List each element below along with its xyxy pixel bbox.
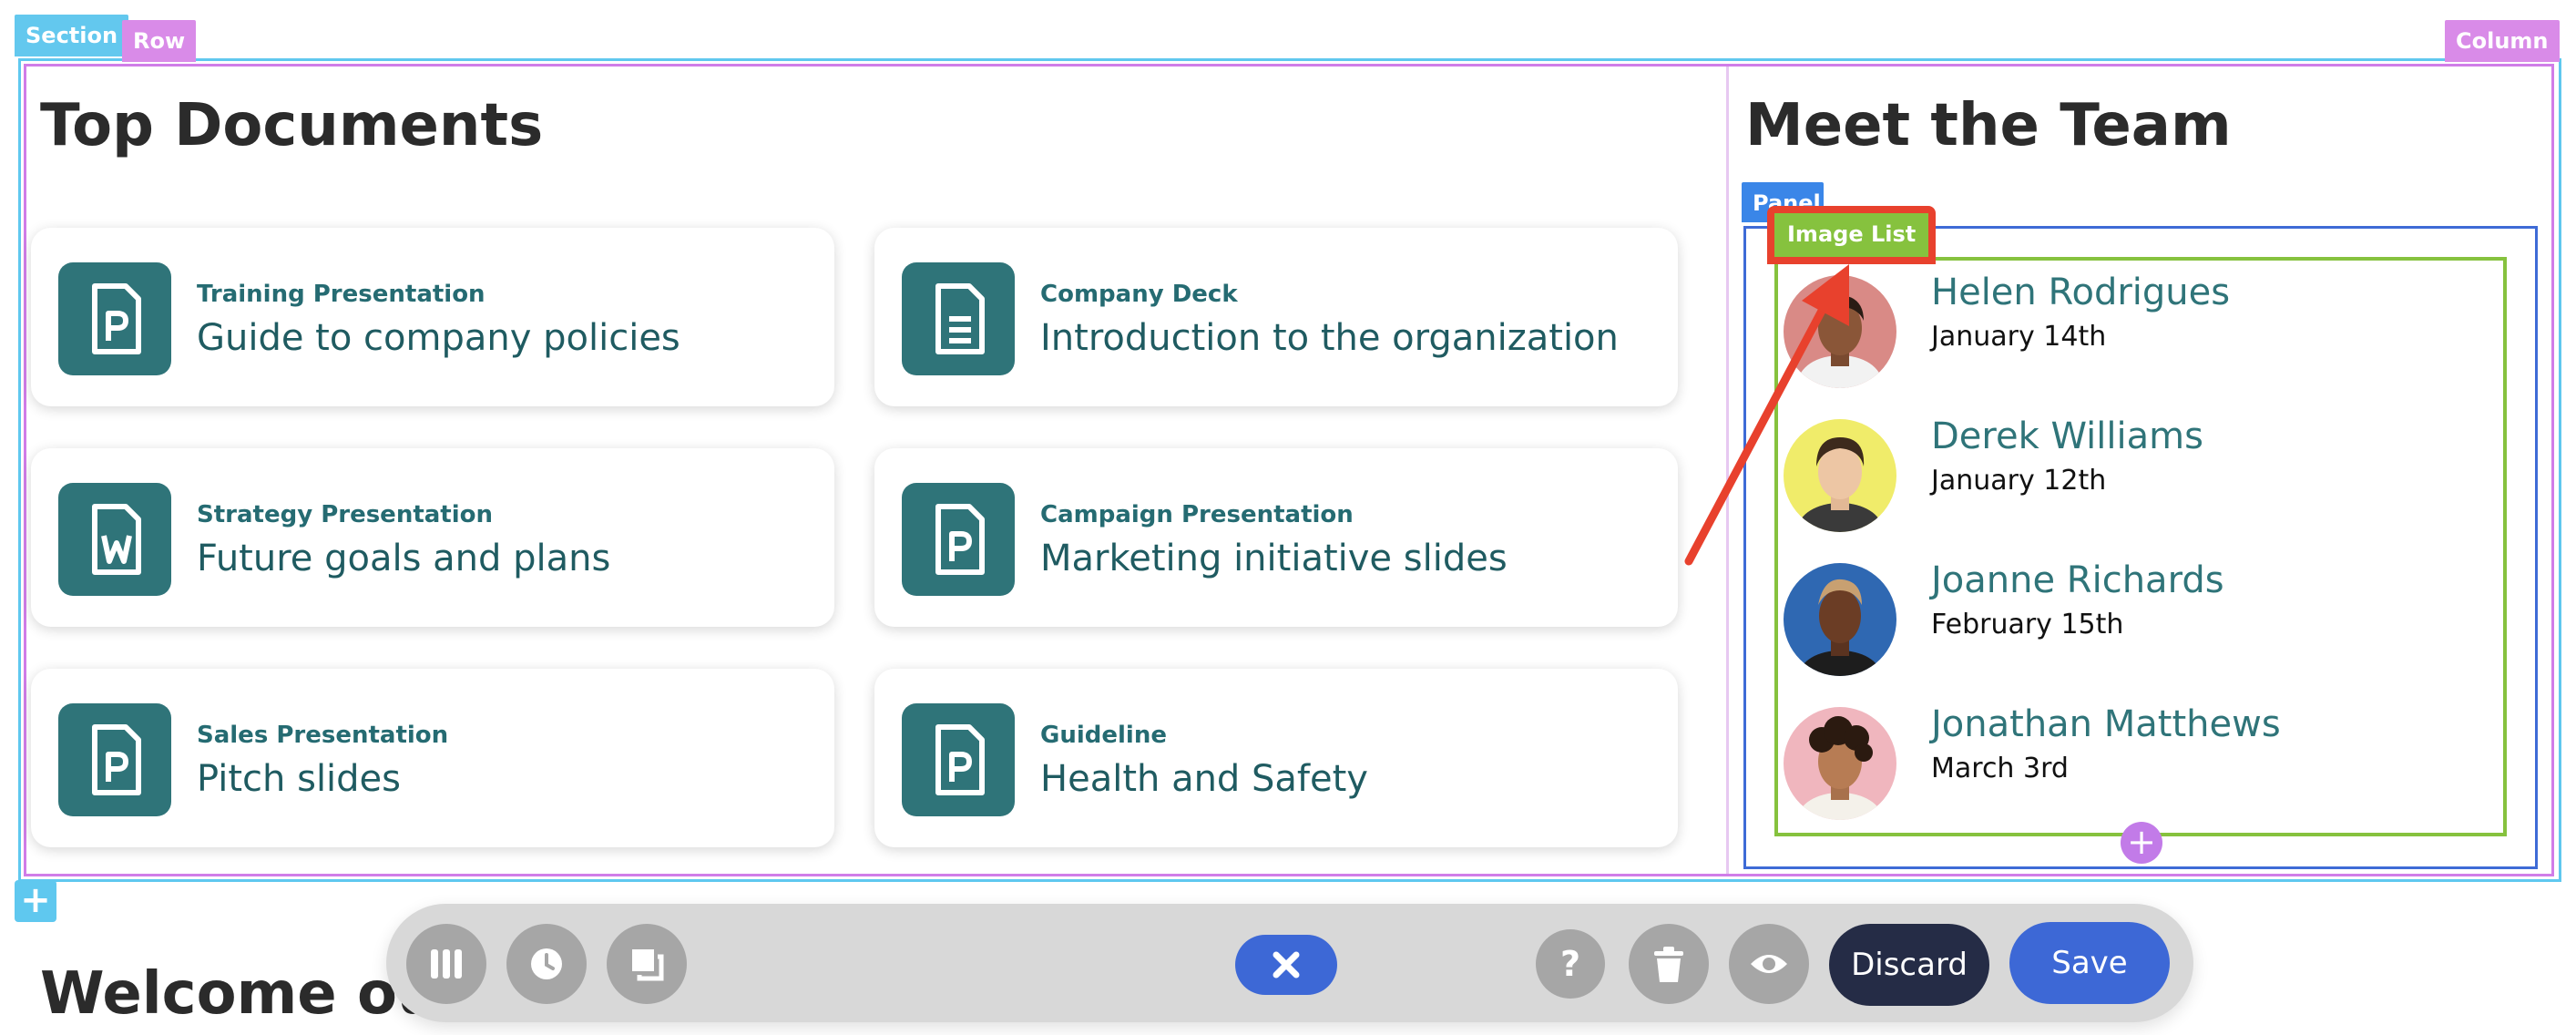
- doc-category: Campaign Presentation: [1040, 501, 1354, 528]
- close-button[interactable]: [1235, 935, 1337, 995]
- trash-icon: [1654, 947, 1683, 982]
- word-file-icon: [58, 483, 171, 596]
- team-member-date: February 15th: [1931, 609, 2124, 640]
- discard-button[interactable]: Discard: [1829, 924, 1989, 1006]
- doc-card[interactable]: Campaign Presentation Marketing initiati…: [874, 448, 1678, 627]
- column-tag[interactable]: Column: [2445, 20, 2560, 62]
- doc-category: Training Presentation: [197, 281, 486, 308]
- doc-title[interactable]: Guide to company policies: [197, 317, 680, 359]
- help-icon: ?: [1559, 944, 1581, 984]
- document-file-icon: [902, 262, 1015, 375]
- powerpoint-file-icon: [902, 703, 1015, 816]
- doc-title[interactable]: Pitch slides: [197, 758, 401, 800]
- team-member[interactable]: Helen Rodrigues January 14th: [1782, 272, 2492, 394]
- doc-title[interactable]: Marketing initiative slides: [1040, 538, 1508, 579]
- columns-button[interactable]: [406, 924, 486, 1004]
- meet-the-team-heading: Meet the Team: [1745, 92, 2232, 159]
- team-member-date: March 3rd: [1931, 753, 2069, 784]
- layers-button[interactable]: [607, 924, 687, 1004]
- columns-icon: [431, 949, 462, 979]
- team-member-name[interactable]: Helen Rodrigues: [1931, 272, 2230, 313]
- avatar[interactable]: [1784, 563, 1896, 676]
- top-documents-heading: Top Documents: [40, 92, 544, 159]
- add-section-button[interactable]: +: [15, 880, 56, 922]
- delete-button[interactable]: [1629, 924, 1709, 1004]
- image-list-tag[interactable]: Image List: [1766, 206, 1937, 264]
- doc-card[interactable]: Sales Presentation Pitch slides: [31, 669, 834, 847]
- annotation-arrow-icon: [1684, 264, 1849, 566]
- team-member-name[interactable]: Joanne Richards: [1931, 559, 2224, 601]
- team-member-name[interactable]: Derek Williams: [1931, 415, 2203, 457]
- doc-title[interactable]: Health and Safety: [1040, 758, 1368, 800]
- help-button[interactable]: ?: [1536, 929, 1605, 999]
- doc-title[interactable]: Future goals and plans: [197, 538, 610, 579]
- save-button[interactable]: Save: [2009, 922, 2170, 1004]
- doc-card[interactable]: Strategy Presentation Future goals and p…: [31, 448, 834, 627]
- team-member[interactable]: Joanne Richards February 15th: [1782, 559, 2492, 681]
- clock-icon: [531, 948, 562, 979]
- doc-title[interactable]: Introduction to the organization: [1040, 317, 1619, 359]
- powerpoint-file-icon: [902, 483, 1015, 596]
- powerpoint-file-icon: [58, 262, 171, 375]
- layers-icon: [632, 949, 664, 981]
- doc-category: Strategy Presentation: [197, 501, 494, 528]
- doc-category: Guideline: [1040, 722, 1167, 749]
- add-item-button[interactable]: +: [2121, 822, 2162, 864]
- doc-card[interactable]: Company Deck Introduction to the organiz…: [874, 228, 1678, 406]
- team-member-date: January 14th: [1931, 321, 2107, 353]
- avatar[interactable]: [1784, 707, 1896, 820]
- eye-icon: [1751, 955, 1787, 973]
- powerpoint-file-icon: [58, 703, 171, 816]
- row-tag[interactable]: Row: [122, 20, 197, 62]
- doc-card[interactable]: Training Presentation Guide to company p…: [31, 228, 834, 406]
- team-member-date: January 12th: [1931, 465, 2107, 497]
- doc-category: Company Deck: [1040, 281, 1238, 308]
- close-icon: [1273, 951, 1300, 979]
- history-button[interactable]: [506, 924, 587, 1004]
- team-member[interactable]: Jonathan Matthews March 3rd: [1782, 703, 2492, 825]
- doc-card[interactable]: Guideline Health and Safety: [874, 669, 1678, 847]
- preview-button[interactable]: [1729, 924, 1809, 1004]
- doc-category: Sales Presentation: [197, 722, 449, 749]
- section-tag[interactable]: Section: [15, 15, 129, 56]
- team-member-name[interactable]: Jonathan Matthews: [1931, 703, 2281, 745]
- team-member[interactable]: Derek Williams January 12th: [1782, 415, 2492, 538]
